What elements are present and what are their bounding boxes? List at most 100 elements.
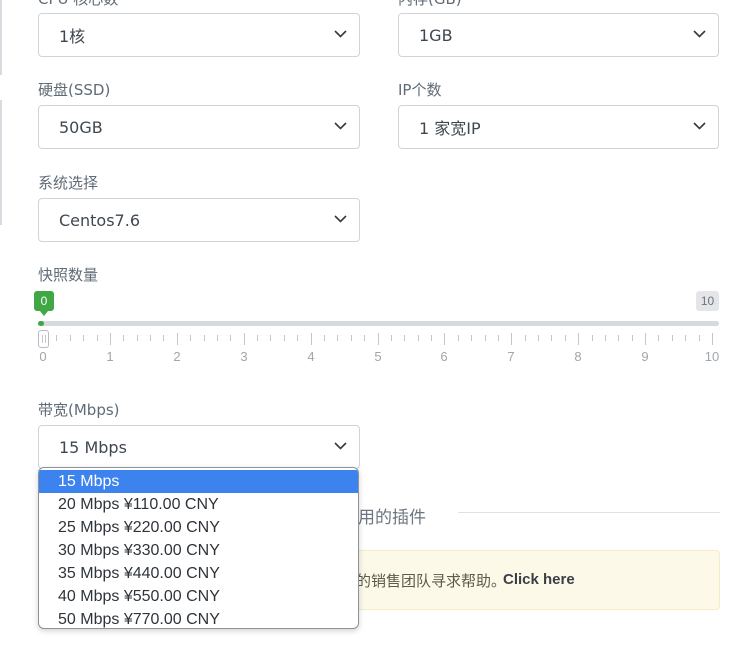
slider-minor-tick [458, 335, 459, 341]
notice-text: 的销售团队寻求帮助。 [356, 572, 507, 590]
os-select[interactable]: Centos7.6 [38, 198, 360, 242]
slider-minor-tick [391, 335, 392, 341]
snapshots-label: 快照数量 [38, 266, 99, 284]
bandwidth-dropdown-list[interactable]: 15 Mbps 20 Mbps ¥110.00 CNY 25 Mbps ¥220… [38, 467, 359, 629]
bandwidth-option[interactable]: 25 Mbps ¥220.00 CNY [39, 516, 358, 539]
cpu-select-value: 1核 [59, 27, 86, 46]
bandwidth-option[interactable]: 15 Mbps [39, 470, 358, 493]
disk-select[interactable]: 50GB [38, 105, 360, 149]
slider-minor-tick [592, 335, 593, 341]
left-border-middle [0, 100, 2, 225]
ip-count-select[interactable]: 1 家宽IP [398, 105, 719, 149]
left-border-top [0, 0, 2, 75]
slider-major-tick [511, 333, 512, 345]
slider-minor-tick [230, 335, 231, 341]
memory-select[interactable]: 1GB [398, 13, 719, 57]
cpu-select[interactable]: 1核 [38, 13, 360, 57]
slider-minor-tick [204, 335, 205, 341]
slider-major-tick [645, 333, 646, 345]
slider-minor-tick [565, 335, 566, 341]
slider-tick-label: 4 [307, 349, 315, 364]
slider-minor-tick [431, 335, 432, 341]
click-here-link[interactable]: Click here [503, 571, 575, 588]
os-select-value: Centos7.6 [59, 210, 140, 230]
slider-major-tick [311, 333, 312, 345]
slider-minor-tick [699, 335, 700, 341]
slider-tick-label: 1 [106, 349, 114, 364]
slider-tick-label: 7 [507, 349, 515, 364]
slider-minor-tick [364, 335, 365, 341]
ip-count-select-value: 1 家宽IP [419, 119, 481, 138]
chevron-down-icon [334, 215, 347, 223]
slider-minor-tick [618, 335, 619, 341]
slider-minor-tick [137, 335, 138, 341]
slider-minor-tick [538, 335, 539, 341]
slider-tick-label: 8 [574, 349, 582, 364]
ip-count-label: IP个数 [398, 81, 442, 99]
slider-minor-tick [471, 335, 472, 341]
bandwidth-select[interactable]: 15 Mbps [38, 425, 360, 469]
slider-tick-label: 0 [39, 349, 47, 364]
addons-heading: 用的插件 [358, 508, 426, 528]
slider-minor-tick [284, 335, 285, 341]
slider-minor-tick [351, 335, 352, 341]
chevron-down-icon [693, 122, 706, 130]
slider-minor-tick [163, 335, 164, 341]
bandwidth-option[interactable]: 50 Mbps ¥770.00 CNY [39, 608, 358, 628]
slider-max-bubble: 10 [696, 291, 719, 311]
slider-major-tick [244, 333, 245, 345]
slider-tick-label: 9 [641, 349, 649, 364]
slider-minor-tick [672, 335, 673, 341]
chevron-down-icon [334, 30, 347, 38]
bandwidth-label: 带宽(Mbps) [38, 401, 120, 419]
chevron-down-icon [334, 122, 347, 130]
slider-major-tick [712, 333, 713, 345]
bandwidth-option[interactable]: 30 Mbps ¥330.00 CNY [39, 539, 358, 562]
slider-tick-label: 2 [173, 349, 181, 364]
slider-major-tick [177, 333, 178, 345]
slider-minor-tick [150, 335, 151, 341]
slider-track-fill [38, 321, 44, 326]
slider-minor-tick [498, 335, 499, 341]
slider-major-tick [578, 333, 579, 345]
slider-minor-tick [551, 335, 552, 341]
slider-handle[interactable] [38, 330, 49, 348]
slider-minor-tick [257, 335, 258, 341]
slider-minor-tick [525, 335, 526, 341]
slider-minor-tick [70, 335, 71, 341]
slider-tick-label: 3 [240, 349, 248, 364]
slider-tick-label: 6 [440, 349, 448, 364]
slider-track[interactable] [38, 321, 719, 326]
memory-label: 内存(GB) [398, 0, 462, 9]
chevron-down-icon [334, 442, 347, 450]
slider-minor-tick [337, 335, 338, 341]
slider-minor-tick [658, 335, 659, 341]
slider-minor-tick [97, 335, 98, 341]
slider-tick-label: 10 [704, 349, 720, 364]
slider-minor-tick [404, 335, 405, 341]
bandwidth-option[interactable]: 20 Mbps ¥110.00 CNY [39, 493, 358, 516]
memory-select-value: 1GB [419, 25, 453, 45]
slider-minor-tick [83, 335, 84, 341]
slider-minor-tick [217, 335, 218, 341]
slider-minor-tick [297, 335, 298, 341]
slider-major-tick [444, 333, 445, 345]
slider-minor-tick [270, 335, 271, 341]
slider-minor-tick [324, 335, 325, 341]
slider-minor-tick [605, 335, 606, 341]
os-label: 系统选择 [38, 174, 99, 192]
bandwidth-select-value: 15 Mbps [59, 437, 127, 457]
slider-minor-tick [56, 335, 57, 341]
slider-minor-tick [632, 335, 633, 341]
slider-tick-label: 5 [374, 349, 382, 364]
chevron-down-icon [693, 30, 706, 38]
slider-major-tick [378, 333, 379, 345]
cpu-label: CPU 核心数 [38, 0, 118, 9]
bandwidth-option[interactable]: 40 Mbps ¥550.00 CNY [39, 585, 358, 608]
slider-minor-tick [190, 335, 191, 341]
slider-minor-tick [485, 335, 486, 341]
slider-value-bubble: 0 [34, 291, 54, 316]
addons-divider [458, 512, 720, 513]
bandwidth-option[interactable]: 35 Mbps ¥440.00 CNY [39, 562, 358, 585]
disk-label: 硬盘(SSD) [38, 81, 111, 99]
